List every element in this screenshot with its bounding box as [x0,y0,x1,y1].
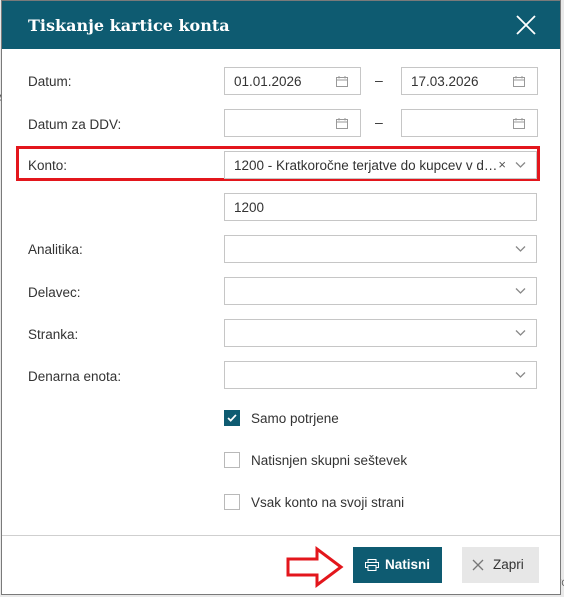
konto-code-value: 1200 [234,200,265,215]
natisnjen-skupni-sestevek-checkbox[interactable] [224,452,240,468]
stranka-label: Stranka: [28,327,79,342]
samo-potrjene-label[interactable]: Samo potrjene [251,411,339,426]
date-range-separator: – [375,72,383,88]
close-icon[interactable] [514,13,538,37]
red-arrow-annotation [286,546,344,588]
konto-code-field[interactable]: 1200 [224,193,537,221]
datum-to-field[interactable]: 17.03.2026 [401,67,538,95]
datum-to-value: 17.03.2026 [411,74,479,89]
konto-select[interactable]: 1200 - Kratkoročne terjatve do kupcev v … [224,151,537,179]
chevron-down-icon[interactable] [515,329,526,337]
dialog-header: Tiskanje kartice konta [2,1,560,49]
vsak-konto-na-svoji-strani-label[interactable]: Vsak konto na svoji strani [251,495,404,510]
close-button-label: Zapri [493,557,524,572]
print-button[interactable]: Natisni [353,547,442,583]
chevron-down-icon[interactable] [515,245,526,253]
calendar-icon[interactable] [336,118,348,129]
datum-label: Datum: [28,74,72,89]
datum-from-field[interactable]: 01.01.2026 [224,67,361,95]
close-icon [472,559,484,571]
analitika-label: Analitika: [28,242,83,257]
analitika-select[interactable] [224,235,537,263]
delavec-label: Delavec: [28,285,81,300]
samo-potrjene-checkbox[interactable] [224,410,240,426]
calendar-icon[interactable] [513,76,525,87]
calendar-icon[interactable] [513,118,525,129]
dialog-title: Tiskanje kartice konta [28,16,230,35]
denarna-enota-select[interactable] [224,361,537,389]
stranka-select[interactable] [224,319,537,347]
print-button-label: Natisni [385,557,431,572]
chevron-down-icon[interactable] [515,287,526,295]
natisnjen-skupni-sestevek-label[interactable]: Natisnjen skupni seštevek [251,453,407,468]
calendar-icon[interactable] [336,76,348,87]
datum-ddv-to-field[interactable] [401,109,538,137]
vsak-konto-na-svoji-strani-checkbox[interactable] [224,494,240,510]
datum-ddv-label: Datum za DDV: [28,117,122,132]
konto-selected-value: 1200 - Kratkoročne terjatve do kupcev v … [234,158,498,173]
clear-selection-icon[interactable]: × [498,157,506,172]
delavec-select[interactable] [224,277,537,305]
konto-label: Konto: [28,158,68,173]
print-account-card-dialog: Tiskanje kartice konta Datum: 01.01.2026… [1,0,561,595]
checkmark-icon [227,414,237,422]
date-range-separator: – [375,114,383,130]
denarna-enota-label: Denarna enota: [28,369,122,384]
footer-divider [2,535,560,536]
datum-from-value: 01.01.2026 [234,74,302,89]
chevron-down-icon[interactable] [515,371,526,379]
printer-icon [365,559,379,571]
datum-ddv-from-field[interactable] [224,109,361,137]
close-button[interactable]: Zapri [462,547,539,583]
chevron-down-icon[interactable] [515,161,526,169]
